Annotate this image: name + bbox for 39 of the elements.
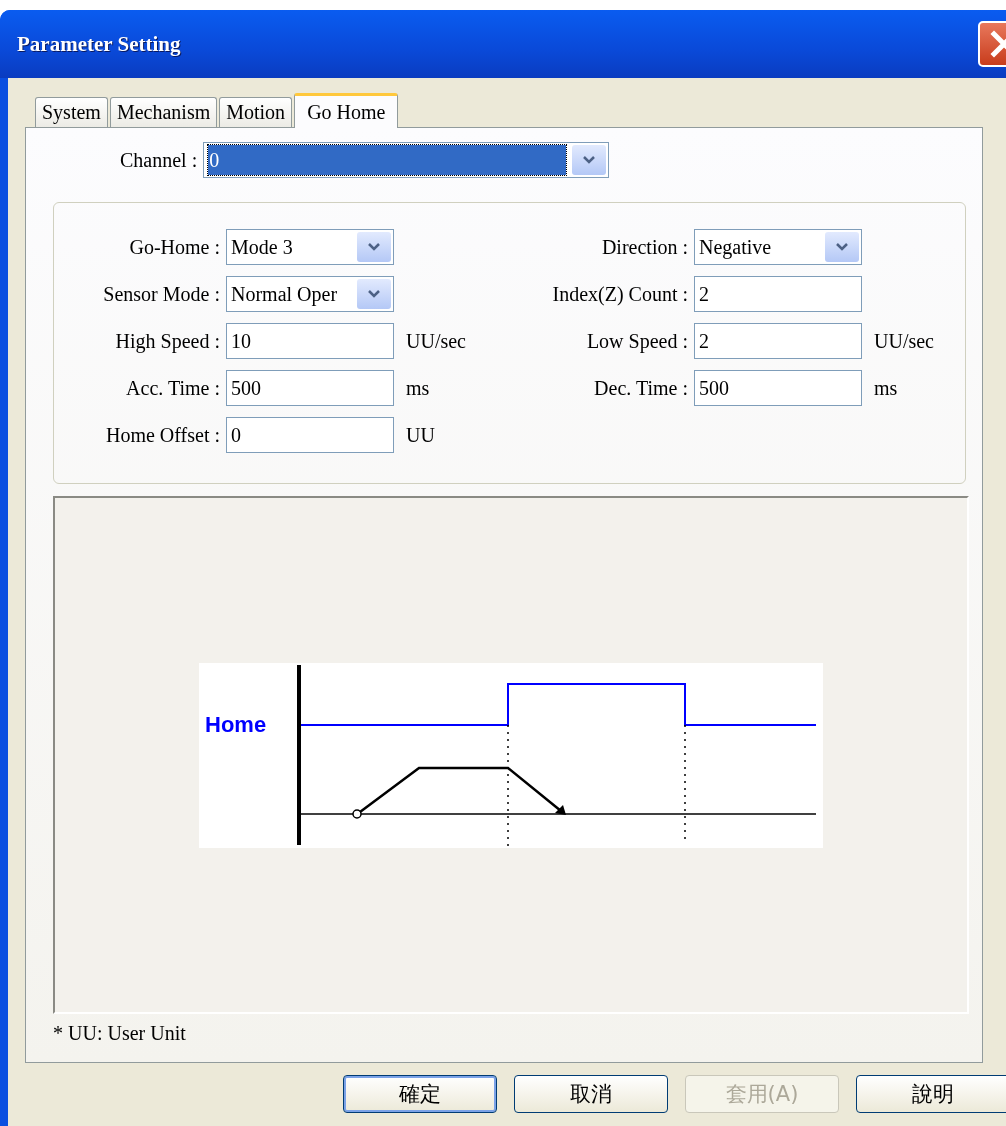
input-field[interactable]: 2 (694, 276, 862, 312)
tab[interactable]: System (35, 97, 108, 127)
field-label: Sensor Mode : (102, 282, 221, 306)
field-label: Go-Home : (128, 235, 221, 259)
dialog-button[interactable]: 說明 (856, 1075, 1006, 1113)
input-field[interactable]: 10 (226, 323, 394, 359)
channel-dropdown[interactable]: 0 (203, 142, 610, 178)
chevron-down-icon (582, 155, 597, 165)
tab[interactable]: Go Home (294, 93, 399, 128)
dropdown[interactable]: Negative (694, 229, 862, 265)
dialog-button[interactable]: 確定 (343, 1075, 497, 1113)
field-label: Index(Z) Count : (551, 282, 689, 306)
field-label: Dec. Time : (593, 376, 689, 400)
unit-label: ms (406, 376, 430, 400)
field-label: Home Offset : (104, 423, 221, 447)
input-field[interactable]: 2 (694, 323, 862, 359)
signal-label: Home (205, 711, 267, 737)
input-field[interactable]: 0 (226, 417, 394, 453)
dialog-button[interactable]: 取消 (514, 1075, 668, 1113)
chevron-down-icon (367, 289, 381, 299)
field-label: Acc. Time : (125, 376, 221, 400)
unit-label: UU/sec (874, 329, 934, 353)
input-field[interactable]: 500 (226, 370, 394, 406)
input-field[interactable]: 500 (694, 370, 862, 406)
footnote: * UU: User Unit (53, 1022, 187, 1045)
tab[interactable]: Mechanism (109, 97, 218, 127)
window-title: Parameter Setting (17, 31, 181, 57)
field-label: Direction : (600, 235, 689, 259)
dropdown[interactable]: Mode 3 (226, 229, 394, 265)
tab[interactable]: Motion (219, 97, 293, 127)
chevron-down-icon (835, 242, 849, 252)
chevron-down-icon (367, 242, 381, 252)
field-label: Channel : (120, 148, 198, 172)
field-label: Low Speed : (585, 329, 689, 353)
field-label: High Speed : (114, 329, 221, 353)
unit-label: ms (874, 376, 898, 400)
dropdown[interactable]: Normal Oper (226, 276, 394, 312)
unit-label: UU/sec (406, 329, 466, 353)
unit-label: UU (406, 423, 435, 447)
